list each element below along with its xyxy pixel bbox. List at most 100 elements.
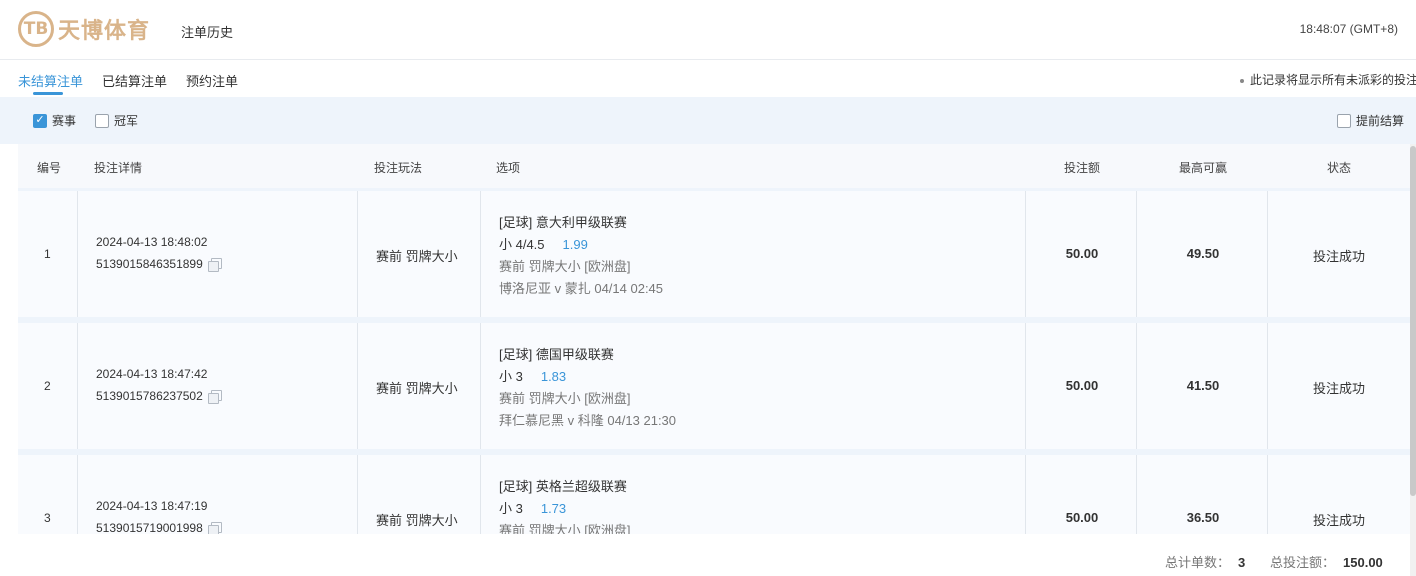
bet-number: 3 bbox=[44, 511, 51, 525]
notice-text: 此记录将显示所有未派彩的投注 bbox=[1240, 71, 1416, 88]
tab-unsettled[interactable]: 未结算注单 bbox=[18, 71, 83, 90]
market: 赛前 罚牌大小 [欧洲盘] bbox=[499, 523, 631, 534]
max-win: 49.50 bbox=[1186, 246, 1220, 261]
cell-divider bbox=[480, 323, 481, 449]
pick-line: 小 3 1.83 bbox=[499, 366, 676, 388]
bet-type: 赛前 罚牌大小 bbox=[376, 381, 458, 396]
copy-icon[interactable] bbox=[207, 258, 222, 272]
status: 投注成功 bbox=[1312, 249, 1366, 264]
col-stake: 投注额 bbox=[1063, 161, 1101, 175]
max-win: 36.50 bbox=[1186, 510, 1220, 525]
match: 拜仁慕尼黑 v 科隆 04/13 21:30 bbox=[499, 413, 677, 428]
odds: 1.99 bbox=[562, 237, 588, 252]
cell-divider bbox=[1267, 323, 1268, 449]
league: [足球] 英格兰超级联赛 bbox=[499, 479, 627, 494]
copy-icon[interactable] bbox=[207, 522, 222, 534]
pick: 小 3 bbox=[499, 501, 523, 516]
cell-divider bbox=[1025, 455, 1026, 534]
cell-divider bbox=[1025, 191, 1026, 317]
total-count: 总计单数： 3 bbox=[1165, 552, 1245, 571]
cell-divider bbox=[357, 191, 358, 317]
cell-divider bbox=[1136, 455, 1137, 534]
total-count-value: 3 bbox=[1238, 555, 1246, 570]
bet-time: 2024-04-13 18:47:19 bbox=[96, 499, 208, 513]
tab-reserved[interactable]: 预约注单 bbox=[186, 71, 238, 90]
col-max-win: 最高可赢 bbox=[1178, 161, 1228, 175]
bet-id-value: 5139015846351899 bbox=[96, 257, 203, 271]
pick-line: 小 3 1.73 bbox=[499, 498, 630, 520]
col-status: 状态 bbox=[1326, 161, 1352, 175]
brand-logo[interactable]: TB 天博体育 bbox=[18, 10, 158, 48]
bet-id: 5139015786237502 bbox=[96, 389, 222, 404]
pick: 小 3 bbox=[499, 369, 523, 384]
active-tab-indicator bbox=[33, 92, 63, 95]
pick-line: 小 4/4.5 1.99 bbox=[499, 234, 663, 256]
bet-time: 2024-04-13 18:47:42 bbox=[96, 367, 208, 381]
tab-bar: 未结算注单 已结算注单 预约注单 bbox=[0, 60, 1416, 97]
champion-checkbox[interactable]: 冠军 bbox=[95, 112, 138, 129]
events-checkbox[interactable]: ✓ 赛事 bbox=[33, 112, 76, 129]
checkbox-checked-icon: ✓ bbox=[33, 113, 47, 128]
filter-bar: ✓ 赛事 冠军 提前结算 bbox=[0, 97, 1416, 144]
col-no: 编号 bbox=[37, 161, 62, 175]
league: [足球] 德国甲级联赛 bbox=[499, 347, 614, 362]
cell-divider bbox=[1267, 455, 1268, 534]
table-header: 编号 投注详情 投注玩法 选项 投注额 最高可赢 状态 bbox=[18, 144, 1410, 188]
bet-id-value: 5139015786237502 bbox=[96, 389, 203, 403]
cell-divider bbox=[1136, 323, 1137, 449]
odds: 1.83 bbox=[540, 369, 567, 384]
cell-divider bbox=[480, 191, 481, 317]
events-checkbox-label: 赛事 bbox=[52, 114, 77, 128]
stake: 50.00 bbox=[1065, 246, 1099, 261]
cell-divider bbox=[77, 191, 78, 317]
bets-table: 编号 投注详情 投注玩法 选项 投注额 最高可赢 状态 1 2024-04-13… bbox=[18, 144, 1410, 534]
status: 投注成功 bbox=[1312, 381, 1366, 396]
cell-divider bbox=[1136, 191, 1137, 317]
bet-selection: [足球] 意大利甲级联赛 小 4/4.5 1.99 赛前 罚牌大小 [欧洲盘] 博… bbox=[499, 212, 663, 300]
checkbox-empty-icon bbox=[1337, 113, 1351, 128]
cell-divider bbox=[480, 455, 481, 534]
notice-label: 此记录将显示所有未派彩的投注 bbox=[1250, 73, 1416, 87]
logo-icon: TB bbox=[18, 11, 54, 47]
table-row: 2 2024-04-13 18:47:42 5139015786237502 赛… bbox=[18, 323, 1410, 449]
scrollbar-thumb[interactable] bbox=[1410, 146, 1416, 496]
league: [足球] 意大利甲级联赛 bbox=[499, 215, 627, 230]
page-title: 注单历史 bbox=[181, 25, 234, 40]
total-count-label: 总计单数： bbox=[1165, 555, 1231, 570]
bet-id: 5139015719001998 bbox=[96, 521, 222, 534]
pick: 小 4/4.5 bbox=[499, 237, 545, 252]
bet-time: 2024-04-13 18:48:02 bbox=[96, 235, 208, 249]
stake: 50.00 bbox=[1065, 510, 1099, 525]
cell-divider bbox=[77, 323, 78, 449]
odds: 1.73 bbox=[540, 501, 567, 516]
cell-divider bbox=[357, 323, 358, 449]
col-bet-type: 投注玩法 bbox=[374, 161, 423, 175]
logo-text: 天博体育 bbox=[58, 19, 151, 44]
col-selection: 选项 bbox=[496, 161, 521, 175]
early-settle-checkbox-label: 提前结算 bbox=[1356, 114, 1405, 128]
bet-number: 2 bbox=[44, 379, 51, 393]
match: 博洛尼亚 v 蒙扎 04/14 02:45 bbox=[499, 281, 664, 296]
bet-selection: [足球] 英格兰超级联赛 小 3 1.73 赛前 罚牌大小 [欧洲盘] bbox=[499, 476, 630, 534]
header-bar: TB 天博体育 注单历史 18:48:07 (GMT+8) bbox=[0, 0, 1416, 60]
col-details: 投注详情 bbox=[94, 161, 143, 175]
clock: 18:48:07 (GMT+8) bbox=[1299, 22, 1398, 36]
bet-id: 5139015846351899 bbox=[96, 257, 222, 272]
bet-selection: [足球] 德国甲级联赛 小 3 1.83 赛前 罚牌大小 [欧洲盘] 拜仁慕尼黑 … bbox=[499, 344, 676, 432]
champion-checkbox-label: 冠军 bbox=[114, 114, 139, 128]
status: 投注成功 bbox=[1312, 513, 1366, 528]
total-stake-label: 总投注额： bbox=[1270, 555, 1336, 570]
cell-divider bbox=[1267, 191, 1268, 317]
bet-id-value: 5139015719001998 bbox=[96, 521, 203, 534]
copy-icon[interactable] bbox=[207, 390, 222, 404]
cell-divider bbox=[357, 455, 358, 534]
early-settle-checkbox[interactable]: 提前结算 bbox=[1337, 112, 1404, 129]
bet-type: 赛前 罚牌大小 bbox=[376, 249, 458, 264]
stake: 50.00 bbox=[1065, 378, 1099, 393]
tab-settled[interactable]: 已结算注单 bbox=[102, 71, 167, 90]
market: 赛前 罚牌大小 [欧洲盘] bbox=[499, 391, 631, 406]
market: 赛前 罚牌大小 [欧洲盘] bbox=[499, 259, 631, 274]
checkbox-empty-icon bbox=[95, 113, 109, 128]
bet-type: 赛前 罚牌大小 bbox=[376, 513, 458, 528]
cell-divider bbox=[1025, 323, 1026, 449]
